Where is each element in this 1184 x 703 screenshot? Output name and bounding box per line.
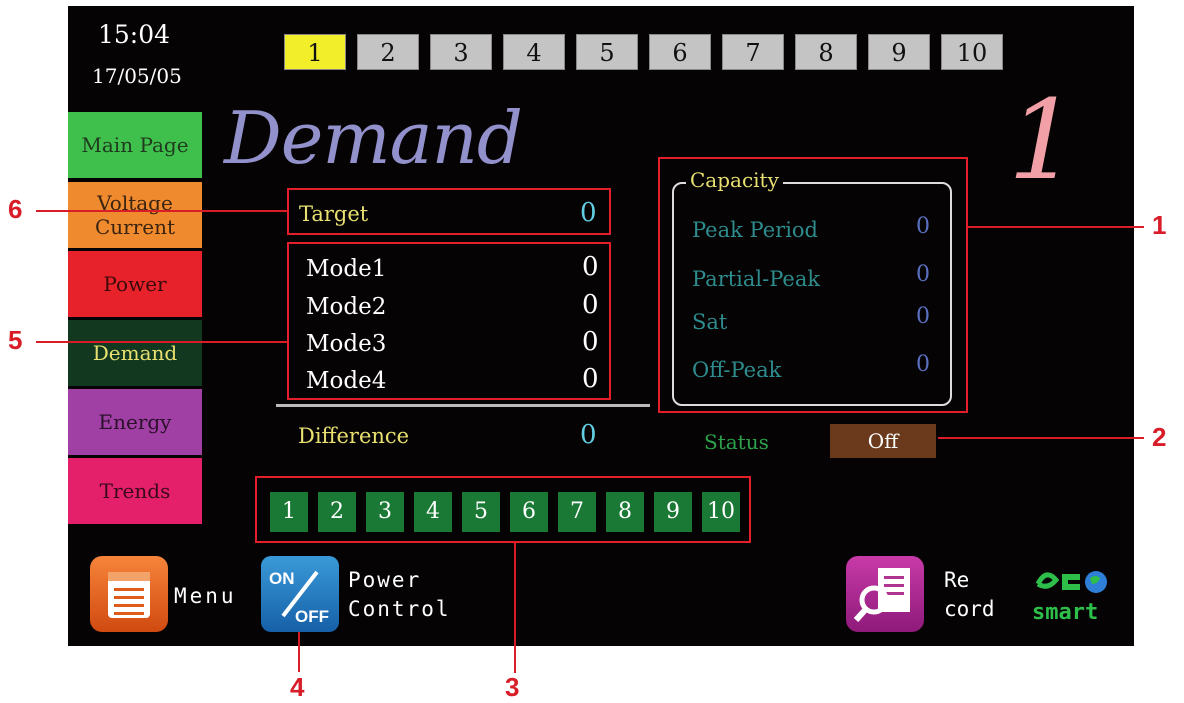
page-button-2[interactable]: 2 <box>357 34 419 70</box>
callout-number-3: 3 <box>505 672 520 702</box>
page-button-4[interactable]: 4 <box>503 34 565 70</box>
callout-box-capacity <box>658 157 968 413</box>
page-button-1[interactable]: 1 <box>284 34 346 70</box>
status-label: Status <box>704 430 769 454</box>
record-button[interactable] <box>846 556 924 632</box>
page-button-8[interactable]: 8 <box>795 34 857 70</box>
page-button-3[interactable]: 3 <box>430 34 492 70</box>
logo-text: smart <box>1032 600 1099 625</box>
difference-label: Difference <box>298 424 410 448</box>
callout-number-6: 6 <box>8 194 23 224</box>
page-button-9[interactable]: 9 <box>868 34 930 70</box>
menu-button[interactable] <box>90 556 168 632</box>
callout-box-target <box>287 188 611 235</box>
callout-line-6 <box>36 210 287 212</box>
eco-logo-mark <box>1035 571 1107 593</box>
record-label-line1: Re <box>944 568 970 592</box>
divider <box>276 404 650 407</box>
menu-icon <box>108 572 150 618</box>
sidebar-item-demand[interactable]: Demand <box>68 320 202 386</box>
callout-number-4: 4 <box>290 672 305 702</box>
callout-box-channels <box>255 476 751 543</box>
sidebar-item-energy[interactable]: Energy <box>68 389 202 455</box>
callout-line-3 <box>514 543 516 673</box>
power-label-line1: Power <box>348 568 422 592</box>
page-button-10[interactable]: 10 <box>941 34 1003 70</box>
sidebar-item-main-page[interactable]: Main Page <box>68 112 202 178</box>
clock-date: 17/05/05 <box>92 64 182 88</box>
difference-value: 0 <box>580 420 597 450</box>
page-button-6[interactable]: 6 <box>649 34 711 70</box>
power-icon-off-text: OFF <box>295 607 329 626</box>
page-number: 1 <box>1008 76 1078 204</box>
callout-number-5: 5 <box>8 325 23 355</box>
power-icon-on-text: ON <box>269 569 295 588</box>
status-badge[interactable]: Off <box>830 424 936 458</box>
eco-smart-logo: smart <box>1032 564 1114 625</box>
callout-number-1: 1 <box>1152 210 1167 240</box>
callout-line-1 <box>968 226 1144 228</box>
power-toggle-icon: ON OFF <box>269 569 329 626</box>
record-search-icon <box>853 568 910 623</box>
callout-line-2 <box>938 437 1144 439</box>
callout-box-modes <box>287 242 611 400</box>
page-title: Demand <box>224 96 523 180</box>
clock-time: 15:04 <box>98 20 171 49</box>
power-control-button[interactable]: ON OFF <box>261 556 339 632</box>
page-button-7[interactable]: 7 <box>722 34 784 70</box>
sidebar-item-trends[interactable]: Trends <box>68 458 202 524</box>
sidebar-item-power[interactable]: Power <box>68 251 202 317</box>
record-label-line2: cord <box>944 597 995 621</box>
power-label-line2: Control <box>348 597 451 621</box>
callout-number-2: 2 <box>1152 422 1167 452</box>
menu-label: Menu <box>174 584 237 608</box>
callout-line-4 <box>298 632 300 672</box>
callout-line-5 <box>36 341 287 343</box>
sidebar-item-voltage-current[interactable]: Voltage Current <box>68 182 202 248</box>
page-button-5[interactable]: 5 <box>576 34 638 70</box>
